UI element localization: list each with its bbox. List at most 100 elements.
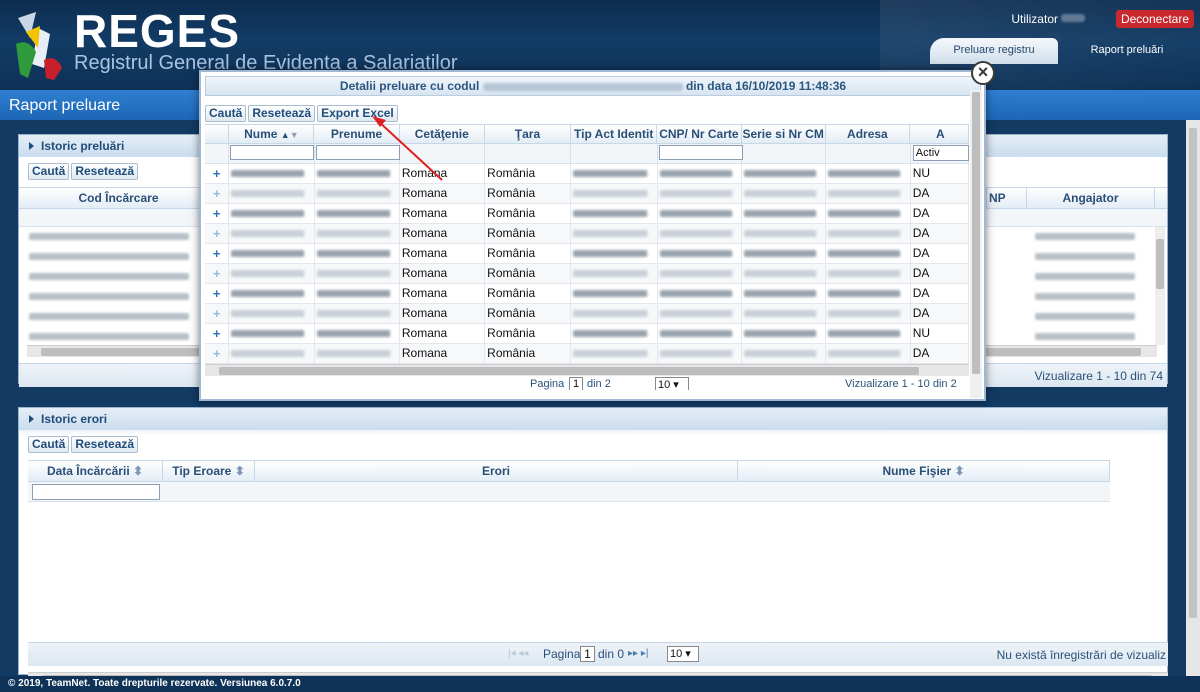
- cell-cetatenie: Romana: [400, 344, 486, 363]
- export-excel-button[interactable]: Export Excel: [317, 105, 398, 122]
- col-activ[interactable]: A: [910, 125, 969, 143]
- expand-row-icon[interactable]: +: [205, 324, 230, 343]
- expand-row-icon[interactable]: +: [205, 184, 230, 203]
- table-row[interactable]: + Romana România DA: [205, 224, 969, 244]
- cell-tara: România: [485, 324, 572, 343]
- errors-panel-title: Istoric erori: [41, 412, 108, 426]
- table-row[interactable]: + Romana România DA: [205, 284, 969, 304]
- redacted-value: [573, 230, 649, 237]
- history-vscroll[interactable]: [1155, 227, 1165, 345]
- col-prenume[interactable]: Prenume: [314, 125, 400, 143]
- table-row[interactable]: + Romana România DA: [205, 344, 969, 364]
- redacted-value: [316, 290, 391, 297]
- col-angajator[interactable]: Angajator: [1027, 188, 1155, 208]
- col-serie-cm[interactable]: Serie si Nr CM: [742, 125, 826, 143]
- filter-nume-input[interactable]: [230, 145, 315, 160]
- expand-row-icon[interactable]: +: [205, 164, 230, 183]
- logout-button[interactable]: Deconectare: [1115, 10, 1194, 28]
- col-data-incarcarii[interactable]: Data Încărcării ⬍: [28, 461, 163, 481]
- filter-cnp-input[interactable]: [658, 145, 743, 160]
- expand-row-icon[interactable]: +: [205, 264, 230, 283]
- col-cod-incarcare[interactable]: Cod Încărcare: [19, 188, 219, 208]
- expand-row-icon[interactable]: +: [205, 224, 230, 243]
- cell-redacted: [826, 304, 911, 323]
- col-adresa[interactable]: Adresa: [826, 125, 911, 143]
- date-filter-input[interactable]: [32, 484, 160, 500]
- expand-row-icon[interactable]: +: [205, 244, 230, 263]
- col-nume-fisier[interactable]: Nume Fişier ⬍: [738, 461, 1110, 481]
- history-blurred-codes: [29, 227, 199, 340]
- cell-redacted: [315, 184, 400, 203]
- modal-search-button[interactable]: Caută: [205, 105, 247, 122]
- filter-activ-select[interactable]: Activ: [912, 145, 969, 161]
- table-row[interactable]: + Romana România DA: [205, 304, 969, 324]
- modal-hscroll[interactable]: [205, 364, 969, 376]
- pager-size-select[interactable]: 10 ▾: [667, 646, 699, 662]
- table-row[interactable]: + Romana România DA: [205, 204, 969, 224]
- cell-tara: România: [485, 264, 572, 283]
- modal-pager-page-input[interactable]: 1: [569, 377, 583, 390]
- redacted-value: [744, 190, 818, 197]
- history-search-button[interactable]: Caută: [28, 163, 70, 180]
- collapse-triangle-icon[interactable]: [29, 142, 34, 150]
- col-cnp[interactable]: NP: [987, 188, 1027, 208]
- col-tip-eroare[interactable]: Tip Eroare ⬍: [163, 461, 255, 481]
- collapse-triangle-icon[interactable]: [29, 415, 34, 423]
- errors-reset-button[interactable]: Resetează: [71, 436, 139, 453]
- col-tara[interactable]: Ţara: [485, 125, 572, 143]
- col-cnp-carte[interactable]: CNP/ Nr Carte: [657, 125, 742, 143]
- cell-redacted: [229, 204, 315, 223]
- cell-redacted: [315, 324, 400, 343]
- redacted-value: [231, 270, 306, 277]
- cell-redacted: [315, 284, 400, 303]
- table-row[interactable]: + Romana România NU: [205, 164, 969, 184]
- table-row[interactable]: + Romana România DA: [205, 184, 969, 204]
- history-pager-summary: Vizualizare 1 - 10 din 74: [1034, 369, 1163, 383]
- redacted-value: [828, 210, 902, 217]
- cell-redacted: [315, 244, 400, 263]
- cell-redacted: [571, 344, 658, 363]
- modal-reset-button[interactable]: Resetează: [248, 105, 316, 122]
- tab-preluare-registru[interactable]: Preluare registru: [930, 38, 1058, 64]
- modal-vscroll[interactable]: [970, 90, 982, 398]
- cell-redacted: [658, 264, 743, 283]
- pager-page-input[interactable]: 1: [580, 646, 595, 662]
- table-row[interactable]: + Romana România DA: [205, 244, 969, 264]
- redacted-value: [828, 350, 902, 357]
- user-area: Utilizator Deconectare: [890, 0, 1200, 34]
- pager-first-prev-icon[interactable]: |◂ ◂◂: [508, 648, 528, 659]
- col-tip-act[interactable]: Tip Act Identit: [571, 125, 658, 143]
- redacted-value: [573, 210, 649, 217]
- redacted-value: [316, 330, 391, 337]
- col-cetatenie[interactable]: Cetăţenie: [400, 125, 485, 143]
- cell-redacted: [229, 184, 315, 203]
- redacted-value: [573, 290, 649, 297]
- cell-redacted: [658, 324, 743, 343]
- history-reset-button[interactable]: Resetează: [71, 163, 139, 180]
- cell-tara: România: [485, 164, 572, 183]
- redacted-value: [744, 350, 818, 357]
- close-icon[interactable]: ×: [971, 61, 995, 85]
- col-erori[interactable]: Erori: [255, 461, 738, 481]
- pager-next-last-icon[interactable]: ▸▸ ▸|: [628, 648, 648, 659]
- tab-raport-preluari[interactable]: Raport preluări: [1062, 38, 1192, 64]
- col-nume[interactable]: Nume ▲▼: [229, 125, 315, 143]
- filter-prenume-input[interactable]: [315, 145, 400, 160]
- top-tabs: Preluare registru Raport preluări: [930, 38, 1200, 64]
- errors-search-button[interactable]: Caută: [28, 436, 70, 453]
- expand-row-icon[interactable]: +: [205, 304, 230, 323]
- modal-title: Detalii preluare cu codul din data 16/10…: [205, 76, 981, 96]
- table-row[interactable]: + Romana România DA: [205, 264, 969, 284]
- cell-redacted: [826, 344, 911, 363]
- page-vscroll[interactable]: [1186, 120, 1200, 676]
- cell-tara: România: [485, 224, 572, 243]
- cell-redacted: [571, 324, 658, 343]
- errors-panel-header[interactable]: Istoric erori: [19, 408, 1167, 430]
- modal-pager-of: din 2: [587, 378, 611, 390]
- modal-pager-size[interactable]: 10 ▾: [655, 377, 689, 390]
- expand-row-icon[interactable]: +: [205, 204, 230, 223]
- col-data-label: Data Încărcării: [46, 464, 130, 478]
- table-row[interactable]: + Romana România NU: [205, 324, 969, 344]
- expand-row-icon[interactable]: +: [205, 284, 230, 303]
- expand-row-icon[interactable]: +: [205, 344, 230, 363]
